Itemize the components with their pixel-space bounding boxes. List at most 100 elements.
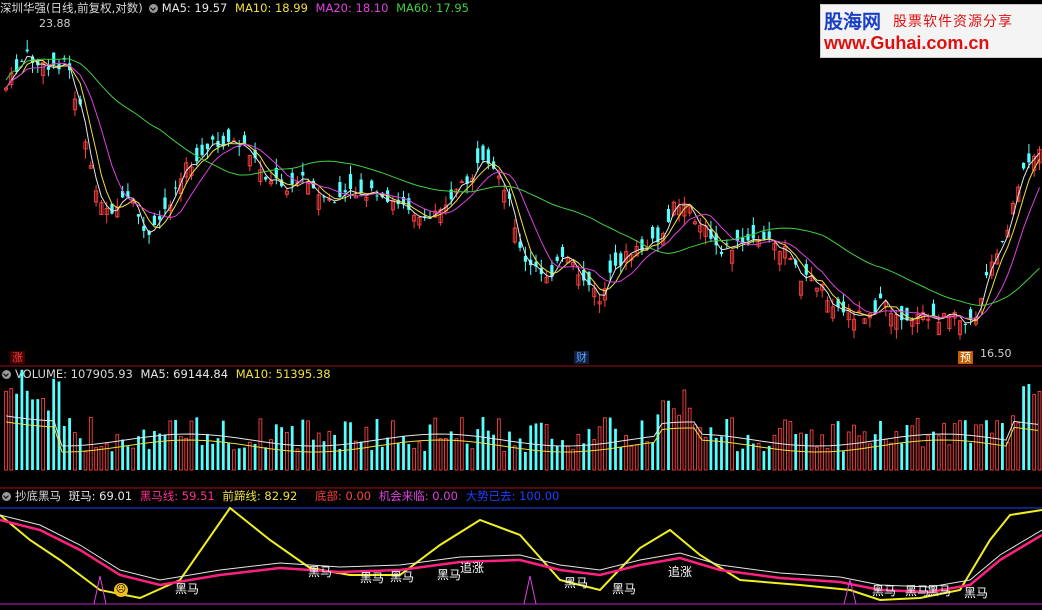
price-candle-body: [227, 129, 231, 142]
volume-bar: [730, 417, 734, 471]
volume-bar: [184, 437, 189, 471]
volume-bar: [582, 443, 586, 470]
volume-bar: [645, 441, 650, 471]
volume-bar: [83, 451, 88, 471]
volume-bar: [153, 430, 156, 470]
volume-bar: [989, 432, 994, 471]
volume-bar: [9, 388, 14, 471]
high-price-label: 23.88: [39, 17, 71, 30]
volume-bar: [619, 447, 623, 470]
volume-bar: [295, 448, 300, 471]
volume-bar: [25, 390, 29, 470]
volume-bar: [237, 448, 241, 470]
signal-label: 黑马: [872, 584, 897, 598]
price-candle-body: [301, 171, 305, 176]
volume-bar: [20, 370, 24, 470]
volume-bar: [438, 438, 443, 471]
volume-bar: [110, 451, 114, 470]
price-candle-body: [158, 216, 162, 220]
price-candle-body: [370, 180, 374, 189]
volume-bar: [227, 443, 230, 470]
signal-label: 黑马: [390, 570, 415, 584]
volume-bar: [158, 433, 162, 470]
volume-bar: [561, 440, 564, 470]
price-candle-body: [375, 195, 379, 197]
volume-bar: [423, 450, 427, 470]
price-ma-lines: [5, 55, 1040, 324]
volume-bar: [216, 438, 220, 470]
marker-cai[interactable]: 财: [574, 351, 589, 364]
price-candle-body: [152, 215, 156, 226]
volume-bar: [762, 451, 766, 470]
volume-bar: [1032, 394, 1037, 471]
volume-bar: [614, 428, 617, 470]
price-candle-body: [1022, 162, 1026, 169]
volume-bar: [555, 446, 559, 470]
volume-bar: [830, 424, 835, 471]
price-candle-body: [1000, 241, 1004, 243]
price-candle-body: [343, 190, 347, 193]
price-candle-body: [200, 144, 204, 156]
volume-bar: [842, 451, 845, 470]
signal-label: 黑马: [612, 582, 637, 596]
marker-zhang[interactable]: 涨: [10, 351, 25, 364]
price-candle-body: [476, 148, 480, 163]
volume-bar: [492, 434, 495, 470]
price-candle-body: [348, 174, 353, 189]
volume-bar: [364, 426, 369, 471]
volume-bar: [883, 438, 888, 471]
volume-bar: [211, 443, 215, 470]
volume-bar: [375, 418, 379, 470]
price-candle-body: [264, 176, 268, 180]
volume-bar: [1005, 442, 1010, 471]
volume-bar: [1016, 422, 1021, 471]
volume-bar: [687, 407, 692, 471]
kline-chart-canvas[interactable]: [0, 0, 1042, 610]
volume-bar: [725, 418, 729, 470]
volume-bar: [651, 442, 654, 470]
volume-bar: [62, 425, 66, 470]
volume-bar: [846, 431, 851, 471]
volume-bar: [910, 425, 915, 471]
volume-bar: [290, 425, 294, 470]
volume-bar: [41, 397, 45, 471]
volume-bars: [4, 370, 1042, 471]
volume-bar: [751, 443, 755, 470]
volume-bar: [783, 419, 787, 471]
volume-bar: [94, 447, 98, 471]
volume-bar: [99, 446, 104, 471]
volume-bar: [608, 417, 612, 470]
price-candle-body: [735, 229, 739, 242]
volume-bar: [412, 447, 416, 471]
price-candle-body: [878, 293, 883, 299]
volume-bar: [402, 435, 405, 470]
volume-bar: [232, 449, 236, 471]
volume-bar: [508, 431, 511, 470]
price-candle-body: [767, 231, 771, 239]
volume-bar: [921, 446, 925, 471]
price-candle-body: [719, 251, 724, 255]
price-candle-body: [651, 226, 655, 239]
volume-bar: [391, 420, 395, 471]
volume-bar: [952, 423, 957, 471]
price-candle-body: [857, 310, 862, 313]
volume-bar: [889, 442, 893, 471]
volume-bar: [168, 420, 173, 471]
volume-bar: [333, 434, 336, 470]
volume-bar: [947, 444, 952, 471]
volume-bar: [15, 393, 18, 470]
price-candles: [3, 40, 1042, 340]
volume-bar: [736, 451, 739, 470]
volume-bar: [343, 421, 347, 470]
volume-bar: [741, 448, 745, 470]
volume-bar: [163, 434, 167, 470]
volume-bar: [327, 431, 332, 471]
volume-bar: [243, 447, 246, 470]
volume-bar: [746, 434, 750, 470]
marker-yu[interactable]: 预: [958, 351, 973, 364]
price-candle-body: [555, 256, 559, 261]
volume-bar: [518, 438, 522, 470]
price-candle-body: [205, 143, 209, 150]
price-candle-body: [242, 135, 247, 144]
low-price-label: 16.50: [980, 347, 1012, 360]
